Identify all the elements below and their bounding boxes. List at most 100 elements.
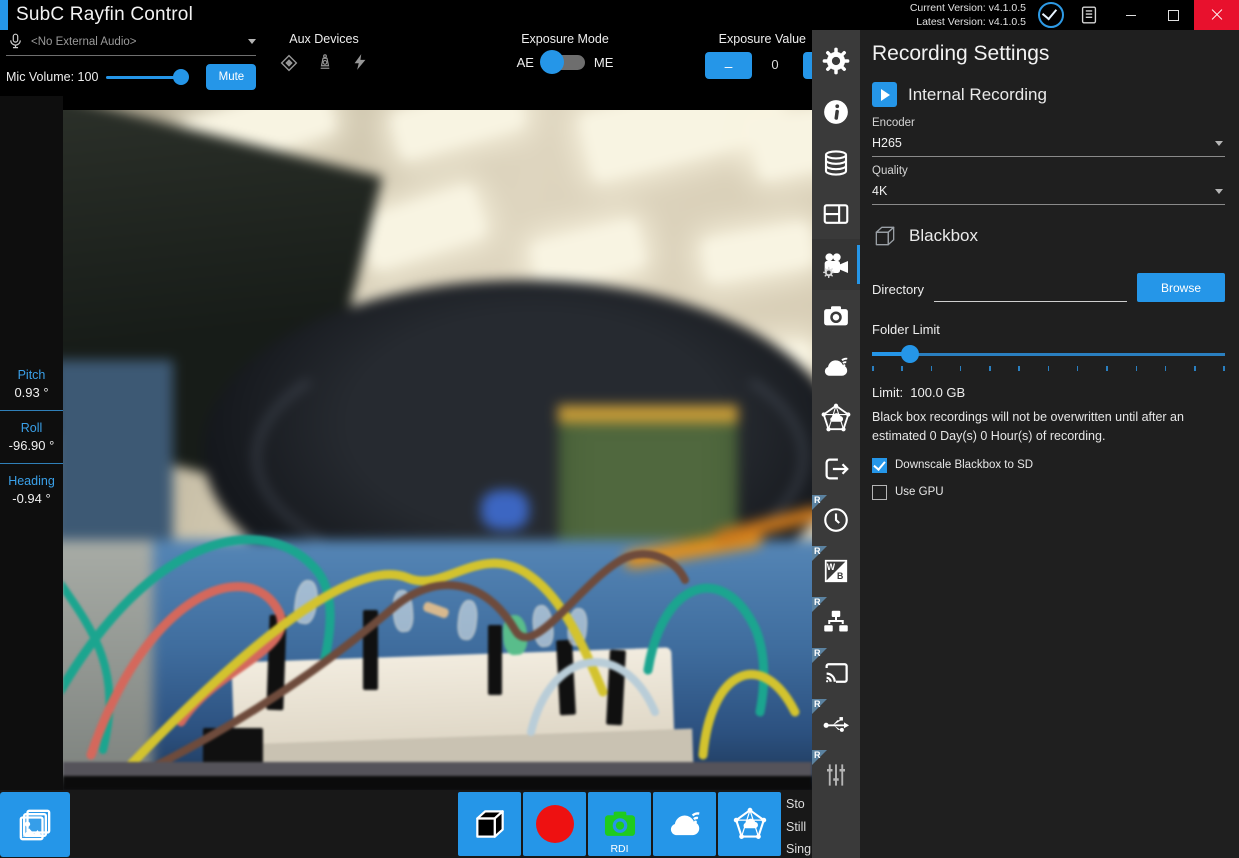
use-gpu-checkbox-row[interactable]: Use GPU: [872, 485, 1225, 500]
camcorder-gear-icon: [820, 249, 852, 281]
cloud-upload-icon: [666, 805, 704, 843]
strobe-icon[interactable]: [350, 52, 370, 72]
encoder-label: Encoder: [872, 117, 1225, 129]
chevron-down-icon: [1215, 189, 1223, 194]
audio-section: <No External Audio> Mic Volume: 100 Mute: [6, 32, 260, 90]
sidebar-item-white-balance[interactable]: R WB: [812, 545, 860, 596]
status-line: Sto: [786, 793, 811, 816]
network-share-button[interactable]: [718, 792, 781, 856]
layout-icon: [821, 199, 851, 229]
use-gpu-checkbox[interactable]: [872, 485, 887, 500]
roll-label: Roll: [0, 421, 63, 435]
sidebar-item-network-share[interactable]: [812, 392, 860, 443]
mic-volume-label: Mic Volume: 100: [6, 70, 98, 84]
toggle-knob: [540, 50, 564, 74]
ae-label: AE: [517, 55, 534, 70]
directory-label: Directory: [872, 282, 924, 302]
gear-icon: [820, 45, 852, 77]
blackbox-button[interactable]: [458, 792, 521, 856]
image-gallery-button[interactable]: [0, 792, 70, 857]
exposure-mode-toggle[interactable]: [543, 55, 585, 70]
svg-text:W: W: [827, 561, 836, 571]
camera-icon: [601, 805, 639, 843]
quality-dropdown[interactable]: 4K: [872, 177, 1225, 205]
nav-sidebar: R R WB R R R R: [812, 30, 860, 858]
quality-value: 4K: [872, 184, 887, 198]
chevron-down-icon: [1215, 141, 1223, 146]
folder-limit-slider[interactable]: [872, 345, 1225, 363]
sidebar-item-stills[interactable]: [812, 290, 860, 341]
top-toolbar: <No External Audio> Mic Volume: 100 Mute…: [0, 30, 812, 96]
mute-button[interactable]: Mute: [206, 64, 256, 90]
maximize-button[interactable]: [1152, 0, 1194, 30]
pitch-label: Pitch: [0, 368, 63, 382]
chevron-down-icon: [248, 39, 256, 44]
sidebar-item-cast[interactable]: R: [812, 647, 860, 698]
exposure-minus-button[interactable]: –: [705, 52, 752, 79]
info-icon: [821, 97, 851, 127]
mic-volume-slider[interactable]: [106, 76, 186, 79]
roll-value: -96.90 °: [0, 438, 63, 453]
quality-label: Quality: [872, 165, 1225, 177]
slider-track: [909, 353, 1225, 356]
sidebar-item-export[interactable]: [812, 443, 860, 494]
status-line: Sing: [786, 838, 811, 858]
status-labels: Sto Still Sing: [786, 793, 811, 858]
audio-device-value: <No External Audio>: [31, 36, 248, 48]
blackbox-cube-icon: [872, 223, 898, 249]
cloud-upload-icon: [821, 352, 851, 382]
divider: [0, 410, 63, 411]
manual-icon[interactable]: [1078, 4, 1100, 26]
downscale-label: Downscale Blackbox to SD: [895, 459, 1033, 471]
accent-strip: [0, 0, 8, 30]
aux-devices-section: Aux Devices: [264, 32, 384, 74]
sidebar-item-settings[interactable]: [812, 35, 860, 86]
title-bar: SubC Rayfin Control Current Version: v4.…: [0, 0, 1239, 30]
downscale-checkbox-row[interactable]: Downscale Blackbox to SD: [872, 458, 1225, 473]
sidebar-item-clock[interactable]: R: [812, 494, 860, 545]
sidebar-item-usb[interactable]: R: [812, 698, 860, 749]
sidebar-item-recording-settings[interactable]: [812, 239, 860, 290]
status-line: Still: [786, 816, 811, 839]
audio-device-dropdown[interactable]: <No External Audio>: [6, 32, 256, 56]
close-icon: [1211, 9, 1223, 21]
sidebar-item-overlay[interactable]: [812, 188, 860, 239]
image-gallery-icon: [15, 805, 55, 845]
window-title: SubC Rayfin Control: [16, 4, 193, 26]
record-button[interactable]: [523, 792, 586, 856]
microphone-icon: [6, 32, 25, 51]
browse-button[interactable]: Browse: [1137, 273, 1225, 302]
sidebar-item-lan[interactable]: R: [812, 596, 860, 647]
update-check-icon[interactable]: [1038, 2, 1064, 28]
blackbox-heading: Blackbox: [909, 226, 978, 246]
directory-input[interactable]: [934, 277, 1127, 302]
sidebar-item-info[interactable]: [812, 86, 860, 137]
exposure-value-label: Exposure Value: [719, 32, 806, 46]
exposure-value-section: Exposure Value – 0 +: [648, 32, 812, 94]
laser-icon[interactable]: [278, 52, 300, 74]
exposure-plus-button[interactable]: +: [803, 52, 812, 79]
rdi-label: RDI: [588, 843, 651, 855]
slider-ticks: [872, 366, 1225, 373]
sidebar-item-storage[interactable]: [812, 137, 860, 188]
downscale-checkbox[interactable]: [872, 458, 887, 473]
sidebar-item-cloud[interactable]: [812, 341, 860, 392]
capture-still-button[interactable]: RDI: [588, 792, 651, 856]
heading-value: -0.94 °: [0, 491, 63, 506]
encoder-dropdown[interactable]: H265: [872, 129, 1225, 157]
slider-thumb[interactable]: [901, 345, 919, 363]
mic-volume-thumb[interactable]: [173, 69, 189, 85]
internal-recording-heading: Internal Recording: [908, 85, 1047, 105]
video-feed: [63, 110, 812, 790]
sidebar-item-adjustments[interactable]: R: [812, 749, 860, 800]
minimize-icon: [1126, 15, 1136, 16]
lamp-icon[interactable]: [315, 52, 335, 72]
cloud-upload-button[interactable]: [653, 792, 716, 856]
close-button[interactable]: [1194, 0, 1239, 30]
exposure-mode-section: Exposure Mode AE ME: [478, 32, 652, 70]
blackbox-note: Black box recordings will not be overwri…: [872, 408, 1225, 446]
minimize-button[interactable]: [1110, 0, 1152, 30]
limit-text: Limit: 100.0 GB: [872, 385, 1225, 400]
recording-settings-panel: Recording Settings Internal Recording En…: [860, 30, 1239, 858]
aux-devices-label: Aux Devices: [264, 32, 384, 46]
